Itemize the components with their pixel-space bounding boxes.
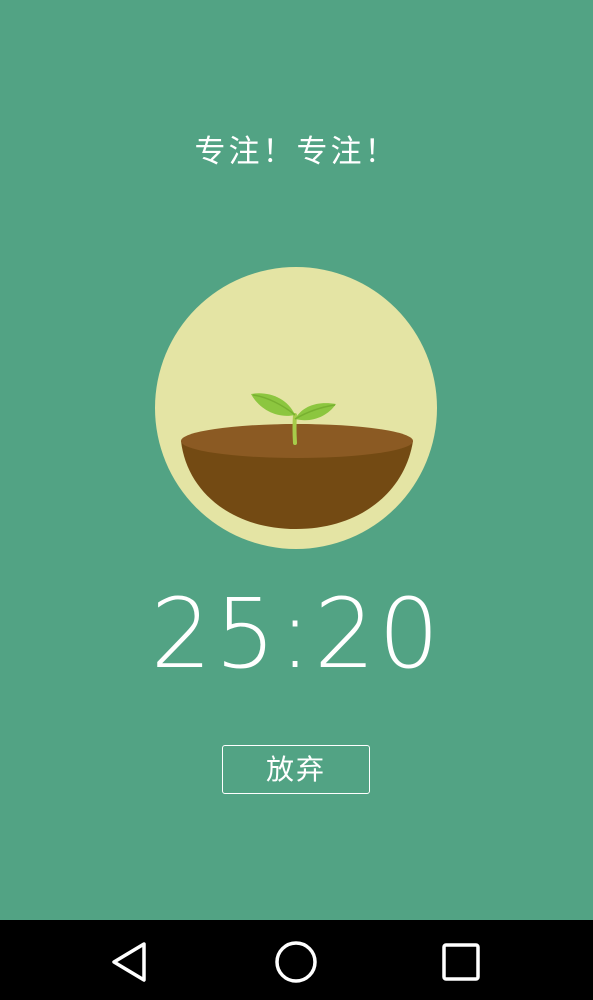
give-up-button[interactable]: 放弃 [222,745,370,794]
growing-plant-illustration [155,267,437,549]
app-content: 专注！专注！ 25:20 放弃 [0,0,593,920]
circle-home-icon[interactable] [272,938,320,986]
countdown-timer: 25:20 [0,578,593,690]
square-recent-apps-icon[interactable] [437,938,485,986]
android-navigation-bar [0,920,593,1000]
focus-headline: 专注！专注！ [194,134,399,170]
forest-focus-screen: 专注！专注！ 25:20 放弃 [0,0,593,1000]
timer-text: 25:20 [150,578,443,690]
triangle-back-icon[interactable] [106,938,154,986]
sprout-stem [292,413,297,445]
soil-surface [181,424,413,458]
